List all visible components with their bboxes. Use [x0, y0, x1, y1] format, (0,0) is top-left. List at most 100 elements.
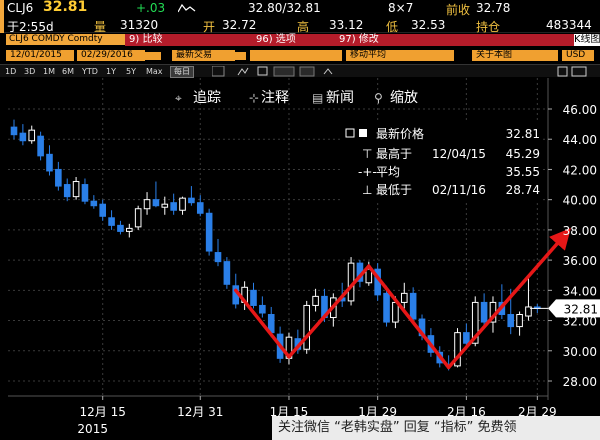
candle — [63, 178, 71, 202]
candle-body — [516, 314, 523, 328]
legend-low-label: 最低于 — [376, 183, 412, 197]
prev-close: 32.78 — [476, 1, 511, 15]
candle-body — [99, 203, 107, 217]
frequency-select[interactable]: 每日 — [170, 66, 194, 78]
period-btn-1y[interactable]: 1Y — [106, 67, 116, 76]
candle-body — [259, 304, 266, 314]
candle-body — [392, 301, 399, 323]
candle-body — [205, 212, 213, 252]
candle-body — [312, 295, 319, 306]
menu-icon[interactable] — [571, 66, 587, 77]
candle-body — [400, 292, 408, 303]
tool-news-label: 新闻 — [326, 90, 354, 106]
open-price: 32.72 — [222, 18, 257, 32]
x-tick-label: 12月 31 — [177, 405, 223, 419]
y-tick-label: 40.00 — [563, 194, 597, 208]
open-interest: 483344 — [546, 18, 592, 32]
candle — [90, 195, 98, 209]
candle — [188, 186, 195, 206]
price-change: +.03 — [136, 1, 166, 15]
candle-body — [37, 135, 44, 157]
candle-body — [170, 202, 177, 211]
candle — [525, 278, 532, 321]
candle — [134, 205, 142, 230]
candle-body — [303, 304, 311, 350]
period-btn-6m[interactable]: 6M — [62, 67, 74, 76]
tool-zoom[interactable]: ⚲ 缩放 — [374, 90, 418, 106]
period-btn-3d[interactable]: 3D — [24, 67, 35, 76]
last-price-tag: 32.81 — [530, 299, 600, 318]
price-chart[interactable]: 46.0044.0042.0040.0038.0036.0034.0032.00… — [0, 78, 600, 440]
period-btn-ytd[interactable]: YTD — [82, 67, 98, 76]
candle — [126, 223, 133, 238]
box-tool-icon[interactable] — [257, 66, 268, 76]
candle — [214, 238, 222, 267]
line-tool-icon[interactable] — [212, 66, 225, 77]
annotate-icon: ⊹ — [249, 91, 259, 105]
start-date-input[interactable]: 12/01/2015 — [6, 50, 74, 61]
period-btn-max[interactable]: Max — [146, 67, 163, 76]
currency-select[interactable]: USD — [562, 50, 594, 61]
bid-ask: 32.80/32.81 — [248, 1, 321, 15]
tool-news[interactable]: ▤ 新闻 — [312, 90, 354, 106]
legend-title-value: 32.81 — [506, 127, 540, 141]
avg-marker-icon: -+- — [358, 165, 377, 179]
volume: 31320 — [120, 18, 159, 32]
period-toggle[interactable] — [232, 52, 246, 60]
legend-low-date: 02/11/16 — [432, 183, 486, 197]
candle — [347, 257, 355, 306]
candle — [10, 119, 18, 140]
stats-marker — [0, 16, 4, 33]
arrow-up-icon[interactable] — [323, 68, 333, 75]
trade-size: 8×7 — [388, 1, 414, 15]
drawing-tools — [212, 66, 587, 77]
candle-body — [19, 132, 27, 142]
compare-button[interactable]: 9) 比较 — [125, 34, 259, 46]
trend-tool-icon[interactable] — [237, 67, 249, 76]
candle-body — [507, 314, 515, 328]
table-icon[interactable] — [557, 66, 568, 77]
high-marker-icon: ⊤ — [362, 147, 372, 161]
candle-body — [409, 292, 417, 320]
candle — [117, 220, 124, 235]
about-chart-button[interactable]: 关于本图 — [472, 50, 558, 61]
period-btn-5y[interactable]: 5Y — [126, 67, 136, 76]
sparkline-icon — [178, 3, 196, 13]
legend-high-value: 45.29 — [506, 147, 540, 161]
range-bar: 12/01/2015 02/29/2016 最新交易 移动平均 关于本图 USD — [0, 49, 600, 63]
candle-body — [214, 252, 222, 263]
candle — [108, 210, 115, 230]
price-field-select[interactable] — [250, 50, 342, 61]
legend-low-value: 28.74 — [506, 183, 540, 197]
y-tick-label: 34.00 — [563, 284, 597, 298]
y-tick-label: 38.00 — [563, 224, 597, 238]
candle — [303, 300, 311, 354]
candle — [179, 196, 186, 215]
last-price-tag-label: 32.81 — [564, 302, 598, 316]
shape-select-icon[interactable] — [273, 66, 295, 77]
end-date-input[interactable]: 02/29/2016 — [77, 50, 145, 61]
moving-average-select[interactable]: 移动平均 — [346, 50, 454, 61]
tool-track[interactable]: ⌖ 追踪 — [175, 90, 221, 106]
legend-avg-label: 平均 — [376, 165, 400, 179]
tool-annotate[interactable]: ⊹ 注释 — [249, 90, 289, 106]
fill-select-icon[interactable] — [299, 66, 315, 77]
candle-body — [72, 181, 80, 198]
options-button[interactable]: 96) 选项 — [252, 34, 342, 46]
news-icon: ▤ — [312, 91, 323, 105]
candle-body — [55, 168, 62, 187]
options-label: 96) 选项 — [256, 34, 296, 45]
annotation-arrow — [367, 264, 451, 370]
security-field[interactable]: CLJ6 COMDY Comdty — [6, 34, 128, 45]
period-btn-1d[interactable]: 1D — [5, 67, 16, 76]
chart-type-button[interactable]: K线图 — [574, 34, 600, 46]
period-select[interactable]: 最新交易 — [172, 50, 235, 61]
candle — [143, 192, 151, 215]
candle-body — [81, 184, 89, 202]
y-tick-label: 46.00 — [563, 103, 597, 117]
period-btn-1m[interactable]: 1M — [43, 67, 55, 76]
candle-body — [196, 202, 204, 214]
period-select-small[interactable] — [143, 52, 161, 60]
edit-button[interactable]: 97) 修改 — [335, 34, 581, 46]
low-marker-icon: ⊥ — [362, 183, 372, 197]
